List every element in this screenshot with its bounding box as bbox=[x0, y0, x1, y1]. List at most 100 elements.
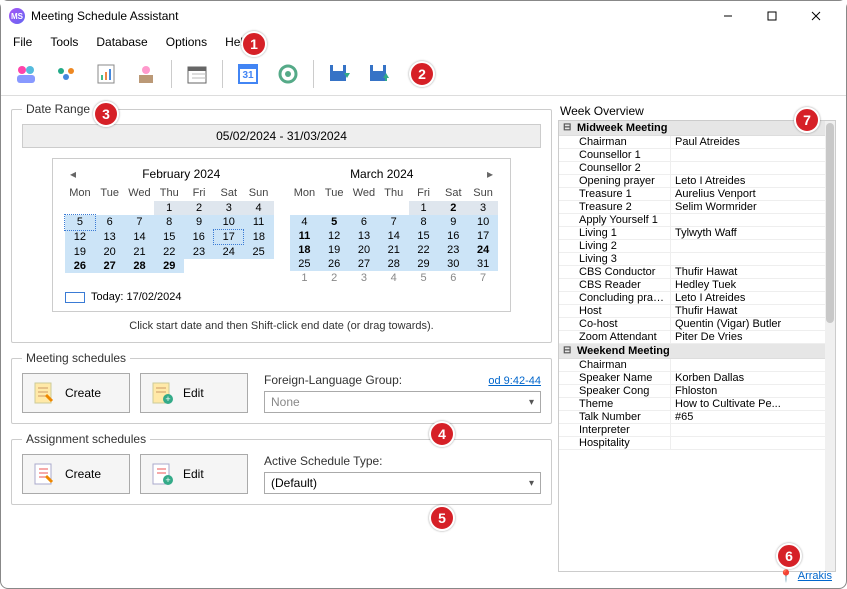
meeting-create-button[interactable]: Create bbox=[22, 373, 130, 413]
app-logo: MS bbox=[9, 8, 25, 24]
doc-edit-icon: + bbox=[149, 380, 175, 406]
tree-scrollbar[interactable] bbox=[825, 121, 835, 571]
list-create-icon bbox=[31, 461, 57, 487]
tree-row[interactable]: CBS ReaderHedley Tuek bbox=[559, 279, 825, 292]
tree-row[interactable]: ThemeHow to Cultivate Pe... bbox=[559, 398, 825, 411]
midweek-meeting-header[interactable]: Midweek Meeting bbox=[559, 121, 825, 136]
date-range-group: Date Range 05/02/2024 - 31/03/2024 ◂ Feb… bbox=[11, 102, 552, 343]
toolbar-btn-4[interactable] bbox=[127, 57, 165, 91]
menubar: File Tools Database Options Help bbox=[1, 31, 846, 53]
save-down-icon bbox=[326, 61, 352, 87]
tree-row[interactable]: Concluding prayerLeto I Atreides bbox=[559, 292, 825, 305]
list-edit-icon: + bbox=[149, 461, 175, 487]
calendar-plain-icon bbox=[184, 61, 210, 87]
annotation-badge-4: 4 bbox=[429, 421, 455, 447]
annotation-badge-7: 7 bbox=[794, 107, 820, 133]
statusbar: 📍 Arrakis bbox=[1, 563, 846, 588]
annotation-badge-1: 1 bbox=[241, 31, 267, 57]
maximize-button[interactable] bbox=[750, 2, 794, 30]
week-overview-tree[interactable]: Midweek MeetingChairmanPaul AtreidesCoun… bbox=[558, 120, 836, 572]
tree-row[interactable]: Hospitality bbox=[559, 437, 825, 450]
doc-create-icon bbox=[31, 380, 57, 406]
calendar[interactable]: ◂ February 2024 March 2024 ▸ MonTueWedTh… bbox=[52, 158, 511, 312]
menu-options[interactable]: Options bbox=[158, 33, 215, 51]
toolbar-btn-2[interactable] bbox=[47, 57, 85, 91]
menu-database[interactable]: Database bbox=[88, 33, 155, 51]
tree-row[interactable]: Counsellor 1 bbox=[559, 149, 825, 162]
tree-row[interactable]: Chairman bbox=[559, 359, 825, 372]
foreign-language-label: Foreign-Language Group: bbox=[264, 373, 402, 387]
assignment-create-button[interactable]: Create bbox=[22, 454, 130, 494]
weekend-meeting-header[interactable]: Weekend Meeting bbox=[559, 344, 825, 359]
foreign-language-combo[interactable]: None bbox=[264, 391, 541, 413]
active-schedule-combo[interactable]: (Default) bbox=[264, 472, 541, 494]
toolbar-btn-1[interactable] bbox=[7, 57, 45, 91]
calendar-next[interactable]: ▸ bbox=[482, 167, 498, 181]
meeting-edit-button[interactable]: + Edit bbox=[140, 373, 248, 413]
speaker-icon bbox=[133, 61, 159, 87]
menu-file[interactable]: File bbox=[5, 33, 40, 51]
svg-text:31: 31 bbox=[242, 70, 254, 81]
close-icon bbox=[811, 11, 821, 21]
annotation-badge-3: 3 bbox=[93, 101, 119, 127]
tree-row[interactable]: Living 2 bbox=[559, 240, 825, 253]
calendar-month-1[interactable]: February 2024 bbox=[81, 167, 282, 181]
toolbar-btn-7[interactable] bbox=[269, 57, 307, 91]
tree-row[interactable]: Living 1Tylwyth Waff bbox=[559, 227, 825, 240]
tree-row[interactable]: Treasure 1Aurelius Venport bbox=[559, 188, 825, 201]
maximize-icon bbox=[767, 11, 777, 21]
location-pin-icon: 📍 bbox=[779, 569, 794, 583]
date-range-header: 05/02/2024 - 31/03/2024 bbox=[22, 124, 541, 148]
toolbar-btn-5[interactable] bbox=[178, 57, 216, 91]
tree-row[interactable]: Treasure 2Selim Wormrider bbox=[559, 201, 825, 214]
assignment-schedules-legend: Assignment schedules bbox=[22, 432, 150, 446]
toolbar-btn-9[interactable] bbox=[360, 57, 398, 91]
tree-row[interactable]: HostThufir Hawat bbox=[559, 305, 825, 318]
location-link[interactable]: Arrakis bbox=[798, 570, 832, 582]
tree-row[interactable]: Talk Number#65 bbox=[559, 411, 825, 424]
save-up-icon bbox=[366, 61, 392, 87]
scripture-link[interactable]: od 9:42-44 bbox=[488, 375, 541, 387]
today-indicator-icon bbox=[65, 292, 85, 303]
toolbar-btn-8[interactable] bbox=[320, 57, 358, 91]
tree-row[interactable]: Living 3 bbox=[559, 253, 825, 266]
calendar-month-2[interactable]: March 2024 bbox=[282, 167, 483, 181]
gear-icon bbox=[275, 61, 301, 87]
today-label[interactable]: Today: 17/02/2024 bbox=[91, 291, 182, 303]
people-icon bbox=[13, 61, 39, 87]
annotation-badge-2: 2 bbox=[409, 61, 435, 87]
annotation-badge-6: 6 bbox=[776, 543, 802, 569]
close-button[interactable] bbox=[794, 2, 838, 30]
assignment-edit-button[interactable]: + Edit bbox=[140, 454, 248, 494]
menu-tools[interactable]: Tools bbox=[42, 33, 86, 51]
tree-row[interactable]: Speaker NameKorben Dallas bbox=[559, 372, 825, 385]
annotation-badge-5: 5 bbox=[429, 505, 455, 531]
minimize-icon bbox=[723, 11, 733, 21]
date-range-legend: Date Range bbox=[22, 102, 94, 116]
google-calendar-icon: 31 bbox=[235, 61, 261, 87]
calendar-prev[interactable]: ◂ bbox=[65, 167, 81, 181]
svg-text:+: + bbox=[165, 394, 170, 404]
tree-row[interactable]: Apply Yourself 1 bbox=[559, 214, 825, 227]
tree-row[interactable]: ChairmanPaul Atreides bbox=[559, 136, 825, 149]
meeting-schedules-group: Meeting schedules Create + Edit Fore bbox=[11, 351, 552, 424]
report-icon bbox=[93, 61, 119, 87]
calendar-mar[interactable]: MonTueWedThuFriSatSun1234567891011121314… bbox=[290, 185, 499, 285]
tree-row[interactable]: Co-hostQuentin (Vigar) Butler bbox=[559, 318, 825, 331]
calendar-feb[interactable]: MonTueWedThuFriSatSun1234567891011121314… bbox=[65, 185, 274, 275]
assignment-schedules-group: Assignment schedules Create + Edit A bbox=[11, 432, 552, 505]
tree-row[interactable]: Opening prayerLeto I Atreides bbox=[559, 175, 825, 188]
toolbar-btn-6[interactable]: 31 bbox=[229, 57, 267, 91]
tree-row[interactable]: Zoom AttendantPiter De Vries bbox=[559, 331, 825, 344]
svg-text:+: + bbox=[165, 475, 170, 485]
active-schedule-label: Active Schedule Type: bbox=[264, 454, 383, 468]
group-icon bbox=[53, 61, 79, 87]
tree-row[interactable]: Counsellor 2 bbox=[559, 162, 825, 175]
minimize-button[interactable] bbox=[706, 2, 750, 30]
meeting-schedules-legend: Meeting schedules bbox=[22, 351, 130, 365]
tree-row[interactable]: Speaker CongFhloston bbox=[559, 385, 825, 398]
window-title: Meeting Schedule Assistant bbox=[31, 9, 706, 23]
toolbar-btn-3[interactable] bbox=[87, 57, 125, 91]
tree-row[interactable]: CBS ConductorThufir Hawat bbox=[559, 266, 825, 279]
tree-row[interactable]: Interpreter bbox=[559, 424, 825, 437]
